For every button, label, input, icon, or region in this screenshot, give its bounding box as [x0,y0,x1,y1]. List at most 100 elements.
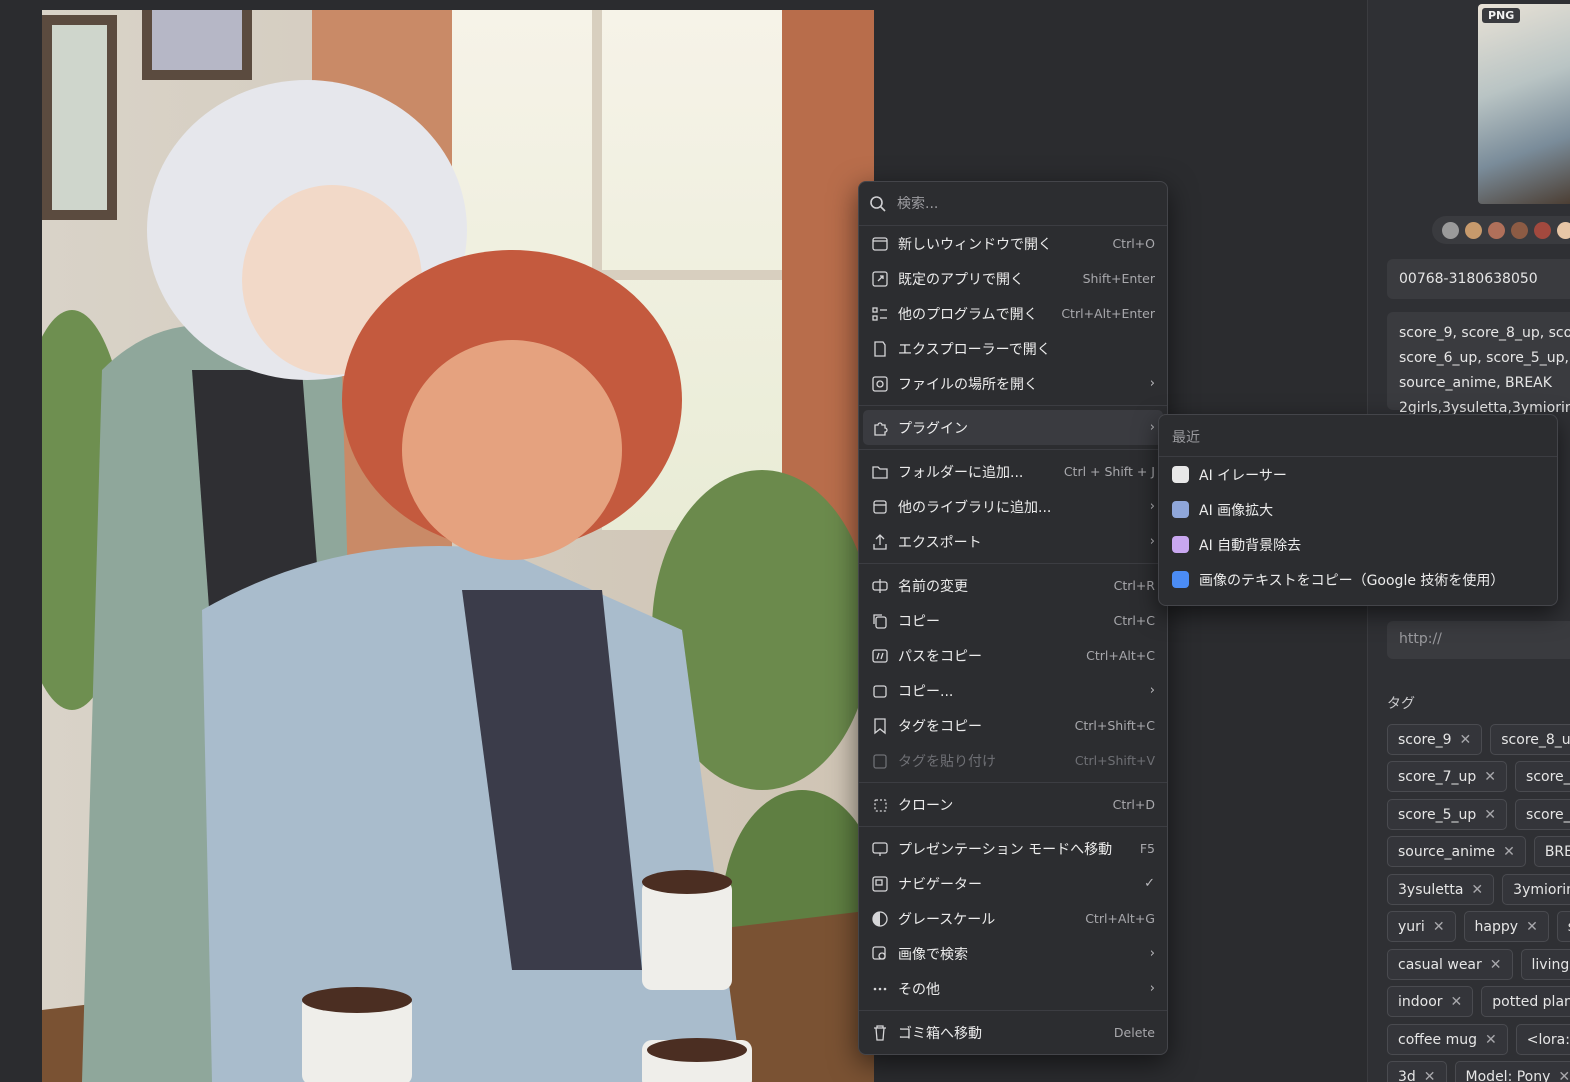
menu-item-image-search[interactable]: 画像で検索 › [859,936,1167,971]
remove-tag-icon[interactable]: ✕ [1451,994,1463,1010]
notes-field[interactable]: score_9, score_8_up, sco score_6_up, sco… [1387,312,1570,416]
menu-item-export[interactable]: エクスポート › [859,524,1167,559]
submenu-item-google-lens[interactable]: 画像のテキストをコピー（Google 技術を使用） [1159,562,1557,597]
thumbnail-image[interactable]: PNG [1478,4,1570,204]
file-name-field[interactable]: 00768-3180638050 [1387,259,1570,299]
menu-item-explorer[interactable]: エクスプローラーで開く [859,331,1167,366]
menu-separator [859,563,1167,564]
tag-chip[interactable]: yuri ✕ [1387,911,1456,942]
menu-separator [859,405,1167,406]
tag-chip[interactable]: casual wear ✕ [1387,949,1513,980]
menu-item-open-app[interactable]: 既定のアプリで開く Shift+Enter [859,261,1167,296]
submenu-item-ai-bg-remove[interactable]: AI 自動背景除去 [1159,527,1557,562]
plugin-submenu: 最近 AI イレーサー AI 画像拡大 AI 自動背景除去 画像のテキストをコピー（G… [1158,414,1558,606]
color-swatch[interactable] [1465,221,1482,239]
tag-chip[interactable]: 3ysuletta ✕ [1387,874,1495,905]
remove-tag-icon[interactable]: ✕ [1526,919,1538,935]
tag-label: 3ymiorine [1513,881,1570,898]
tag-chip[interactable]: 3ymiorine✕ [1502,874,1570,905]
tag-label: livingro [1531,956,1570,973]
ai-upscale-icon [1172,501,1189,518]
color-swatch[interactable] [1557,221,1570,239]
menu-item-add-folder[interactable]: フォルダーに追加... Ctrl + Shift + J [859,454,1167,489]
remove-tag-icon[interactable]: ✕ [1485,1032,1497,1048]
remove-tag-icon[interactable]: ✕ [1433,919,1445,935]
menu-item-rename[interactable]: 名前の変更 Ctrl+R [859,568,1167,603]
more-icon [871,980,889,998]
tag-chip[interactable]: <lora:3✕ [1515,1024,1570,1055]
submenu-item-ai-eraser[interactable]: AI イレーサー [1159,457,1557,492]
tag-chip[interactable]: happy ✕ [1463,911,1549,942]
tag-label: Model: Pony [1465,1068,1551,1082]
add-folder-icon [871,463,889,481]
grayscale-icon [871,910,889,928]
copy-more-icon [871,682,889,700]
tag-chip[interactable]: livingro✕ [1520,949,1570,980]
tag-chip[interactable]: score_9 ✕ [1387,724,1483,755]
remove-tag-icon[interactable]: ✕ [1503,844,1515,860]
menu-item-copy-path[interactable]: パスをコピー Ctrl+Alt+C [859,638,1167,673]
color-swatch[interactable] [1534,221,1551,239]
chevron-right-icon: › [1149,683,1155,698]
remove-tag-icon[interactable]: ✕ [1558,1069,1570,1082]
submenu-item-ai-upscale[interactable]: AI 画像拡大 [1159,492,1557,527]
menu-search-input[interactable] [897,195,1137,212]
menu-item-copy-more[interactable]: コピー... › [859,673,1167,708]
menu-item-label: タグをコピー [898,718,982,735]
program-list-icon [871,305,889,323]
menu-item-file-location[interactable]: ファイルの場所を開く › [859,366,1167,401]
chevron-right-icon: › [1149,534,1155,549]
new-window-icon [871,235,889,253]
url-field[interactable]: http:// [1387,621,1570,659]
tag-chip[interactable]: source_anime ✕ [1387,836,1526,867]
remove-tag-icon[interactable]: ✕ [1424,1069,1436,1082]
tag-chip[interactable]: Model: Pony ✕ [1454,1061,1570,1082]
tag-chip[interactable]: 3d ✕ [1387,1061,1447,1082]
tag-chip[interactable]: indoor ✕ [1387,986,1474,1017]
menu-item-plugin[interactable]: プラグイン › [863,410,1163,445]
tag-chip[interactable]: score_8_up✕ [1490,724,1570,755]
tag-chip[interactable]: coffee mug ✕ [1387,1024,1508,1055]
remove-tag-icon[interactable]: ✕ [1484,807,1496,823]
menu-item-navigator[interactable]: ナビゲーター ✓ [859,866,1167,901]
menu-item-trash[interactable]: ゴミ箱へ移動 Delete [859,1015,1167,1050]
menu-item-label: パスをコピー [898,648,982,665]
menu-item-shortcut: F5 [1139,841,1155,856]
remove-tag-icon[interactable]: ✕ [1471,882,1483,898]
tag-chip[interactable]: score_5_up ✕ [1387,799,1508,830]
tag-label: score_4 [1526,806,1570,823]
menu-item-add-library[interactable]: 他のライブラリに追加... › [859,489,1167,524]
menu-item-grayscale[interactable]: グレースケール Ctrl+Alt+G [859,901,1167,936]
menu-item-label: 他のライブラリに追加... [898,499,1052,516]
menu-item-more[interactable]: その他 › [859,971,1167,1006]
explorer-icon [871,340,889,358]
tag-chip[interactable]: score_7_up ✕ [1387,761,1508,792]
tag-chip[interactable]: BREA✕ [1533,836,1570,867]
menu-item-presentation[interactable]: プレゼンテーション モードへ移動 F5 [859,831,1167,866]
remove-tag-icon[interactable]: ✕ [1490,957,1502,973]
menu-item-label: 画像で検索 [898,946,968,963]
color-swatch[interactable] [1511,221,1528,239]
menu-item-clone[interactable]: クローン Ctrl+D [859,787,1167,822]
menu-separator [859,1010,1167,1011]
color-swatch[interactable] [1488,221,1505,239]
remove-tag-icon[interactable]: ✕ [1460,732,1472,748]
menu-item-label: 他のプログラムで開く [898,306,1038,323]
ai-eraser-icon [1172,466,1189,483]
color-swatch[interactable] [1442,221,1459,239]
menu-item-copy[interactable]: コピー Ctrl+C [859,603,1167,638]
notes-line: score_6_up, score_5_up, [1399,350,1569,366]
copy-path-icon [871,647,889,665]
google-lens-icon [1172,571,1189,588]
color-palette [1432,216,1570,244]
tag-chip[interactable]: score_4✕ [1515,799,1570,830]
menu-item-program-list[interactable]: 他のプログラムで開く Ctrl+Alt+Enter [859,296,1167,331]
tag-chip[interactable]: score_6✕ [1515,761,1570,792]
tag-label: <lora:3 [1526,1031,1570,1048]
menu-item-new-window[interactable]: 新しいウィンドウで開く Ctrl+O [859,226,1167,261]
menu-item-copy-tags[interactable]: タグをコピー Ctrl+Shift+C [859,708,1167,743]
tag-chip[interactable]: potted plan✕ [1481,986,1570,1017]
remove-tag-icon[interactable]: ✕ [1484,769,1496,785]
main-image-preview[interactable] [42,10,874,1082]
tag-chip[interactable]: s✕ [1556,911,1570,942]
